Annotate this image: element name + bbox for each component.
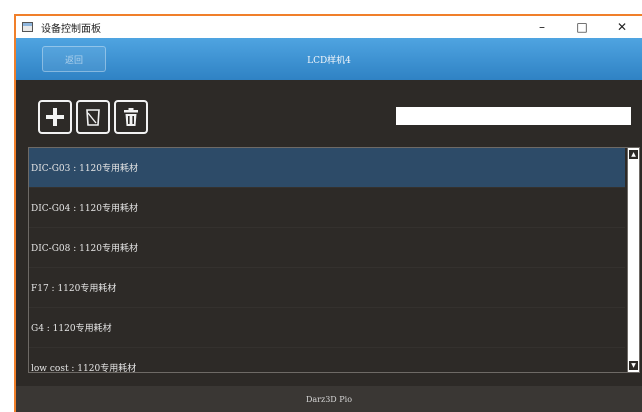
close-button[interactable]: ✕ (602, 16, 642, 38)
maximize-button[interactable]: □ (562, 16, 602, 38)
search-input[interactable] (396, 107, 631, 125)
list-item-label: DIC-G08 : 1120专用耗材 (31, 244, 138, 254)
footer-bar: Darz3D Pio (16, 386, 642, 412)
app-window: 设备控制面板 – □ ✕ 返回 LCD样机4 DIC-G03: 1120专用耗… (14, 14, 642, 412)
edit-button[interactable] (76, 100, 110, 134)
add-button[interactable] (38, 100, 72, 134)
title-bar: 设备控制面板 – □ ✕ (16, 16, 642, 38)
list-item-label: G4 : 1120专用耗材 (31, 324, 112, 334)
list-item-label: DIC-G04 : 1120专用耗材 (31, 204, 138, 214)
page-title: LCD样机4 (307, 55, 351, 66)
list-scrollbar[interactable]: ▲ ▼ (627, 148, 639, 372)
list-item[interactable]: G4 : 1120专用耗材 (29, 308, 625, 348)
footer-text: Darz3D Pio (305, 394, 353, 404)
list-item[interactable]: DIC-G08 : 1120专用耗材 (29, 228, 625, 268)
trash-icon (124, 108, 138, 126)
app-icon (22, 22, 33, 32)
edit-icon (86, 109, 100, 126)
minimize-button[interactable]: – (522, 16, 562, 38)
plus-icon (46, 108, 64, 126)
window-title: 设备控制面板 (41, 23, 101, 35)
header-bar: 返回 LCD样机4 (16, 38, 642, 80)
scroll-up-icon[interactable]: ▲ (629, 150, 638, 159)
list-item[interactable]: low cost : 1120专用耗材 (29, 348, 625, 373)
toolbar (38, 100, 148, 134)
window-controls: – □ ✕ (522, 16, 642, 38)
list-item-label: low cost : 1120专用耗材 (31, 364, 137, 373)
materials-list: DIC-G03 : 1120专用耗材 DIC-G04 : 1120专用耗材 DI… (28, 147, 640, 373)
list-item-label: F17 : 1120专用耗材 (31, 284, 117, 294)
list-item[interactable]: DIC-G03 : 1120专用耗材 (29, 148, 625, 188)
list-item-label: DIC-G03 : 1120专用耗材 (31, 164, 138, 174)
list-item[interactable]: F17 : 1120专用耗材 (29, 268, 625, 308)
list-item[interactable]: DIC-G04 : 1120专用耗材 (29, 188, 625, 228)
scroll-down-icon[interactable]: ▼ (629, 361, 638, 370)
delete-button[interactable] (114, 100, 148, 134)
